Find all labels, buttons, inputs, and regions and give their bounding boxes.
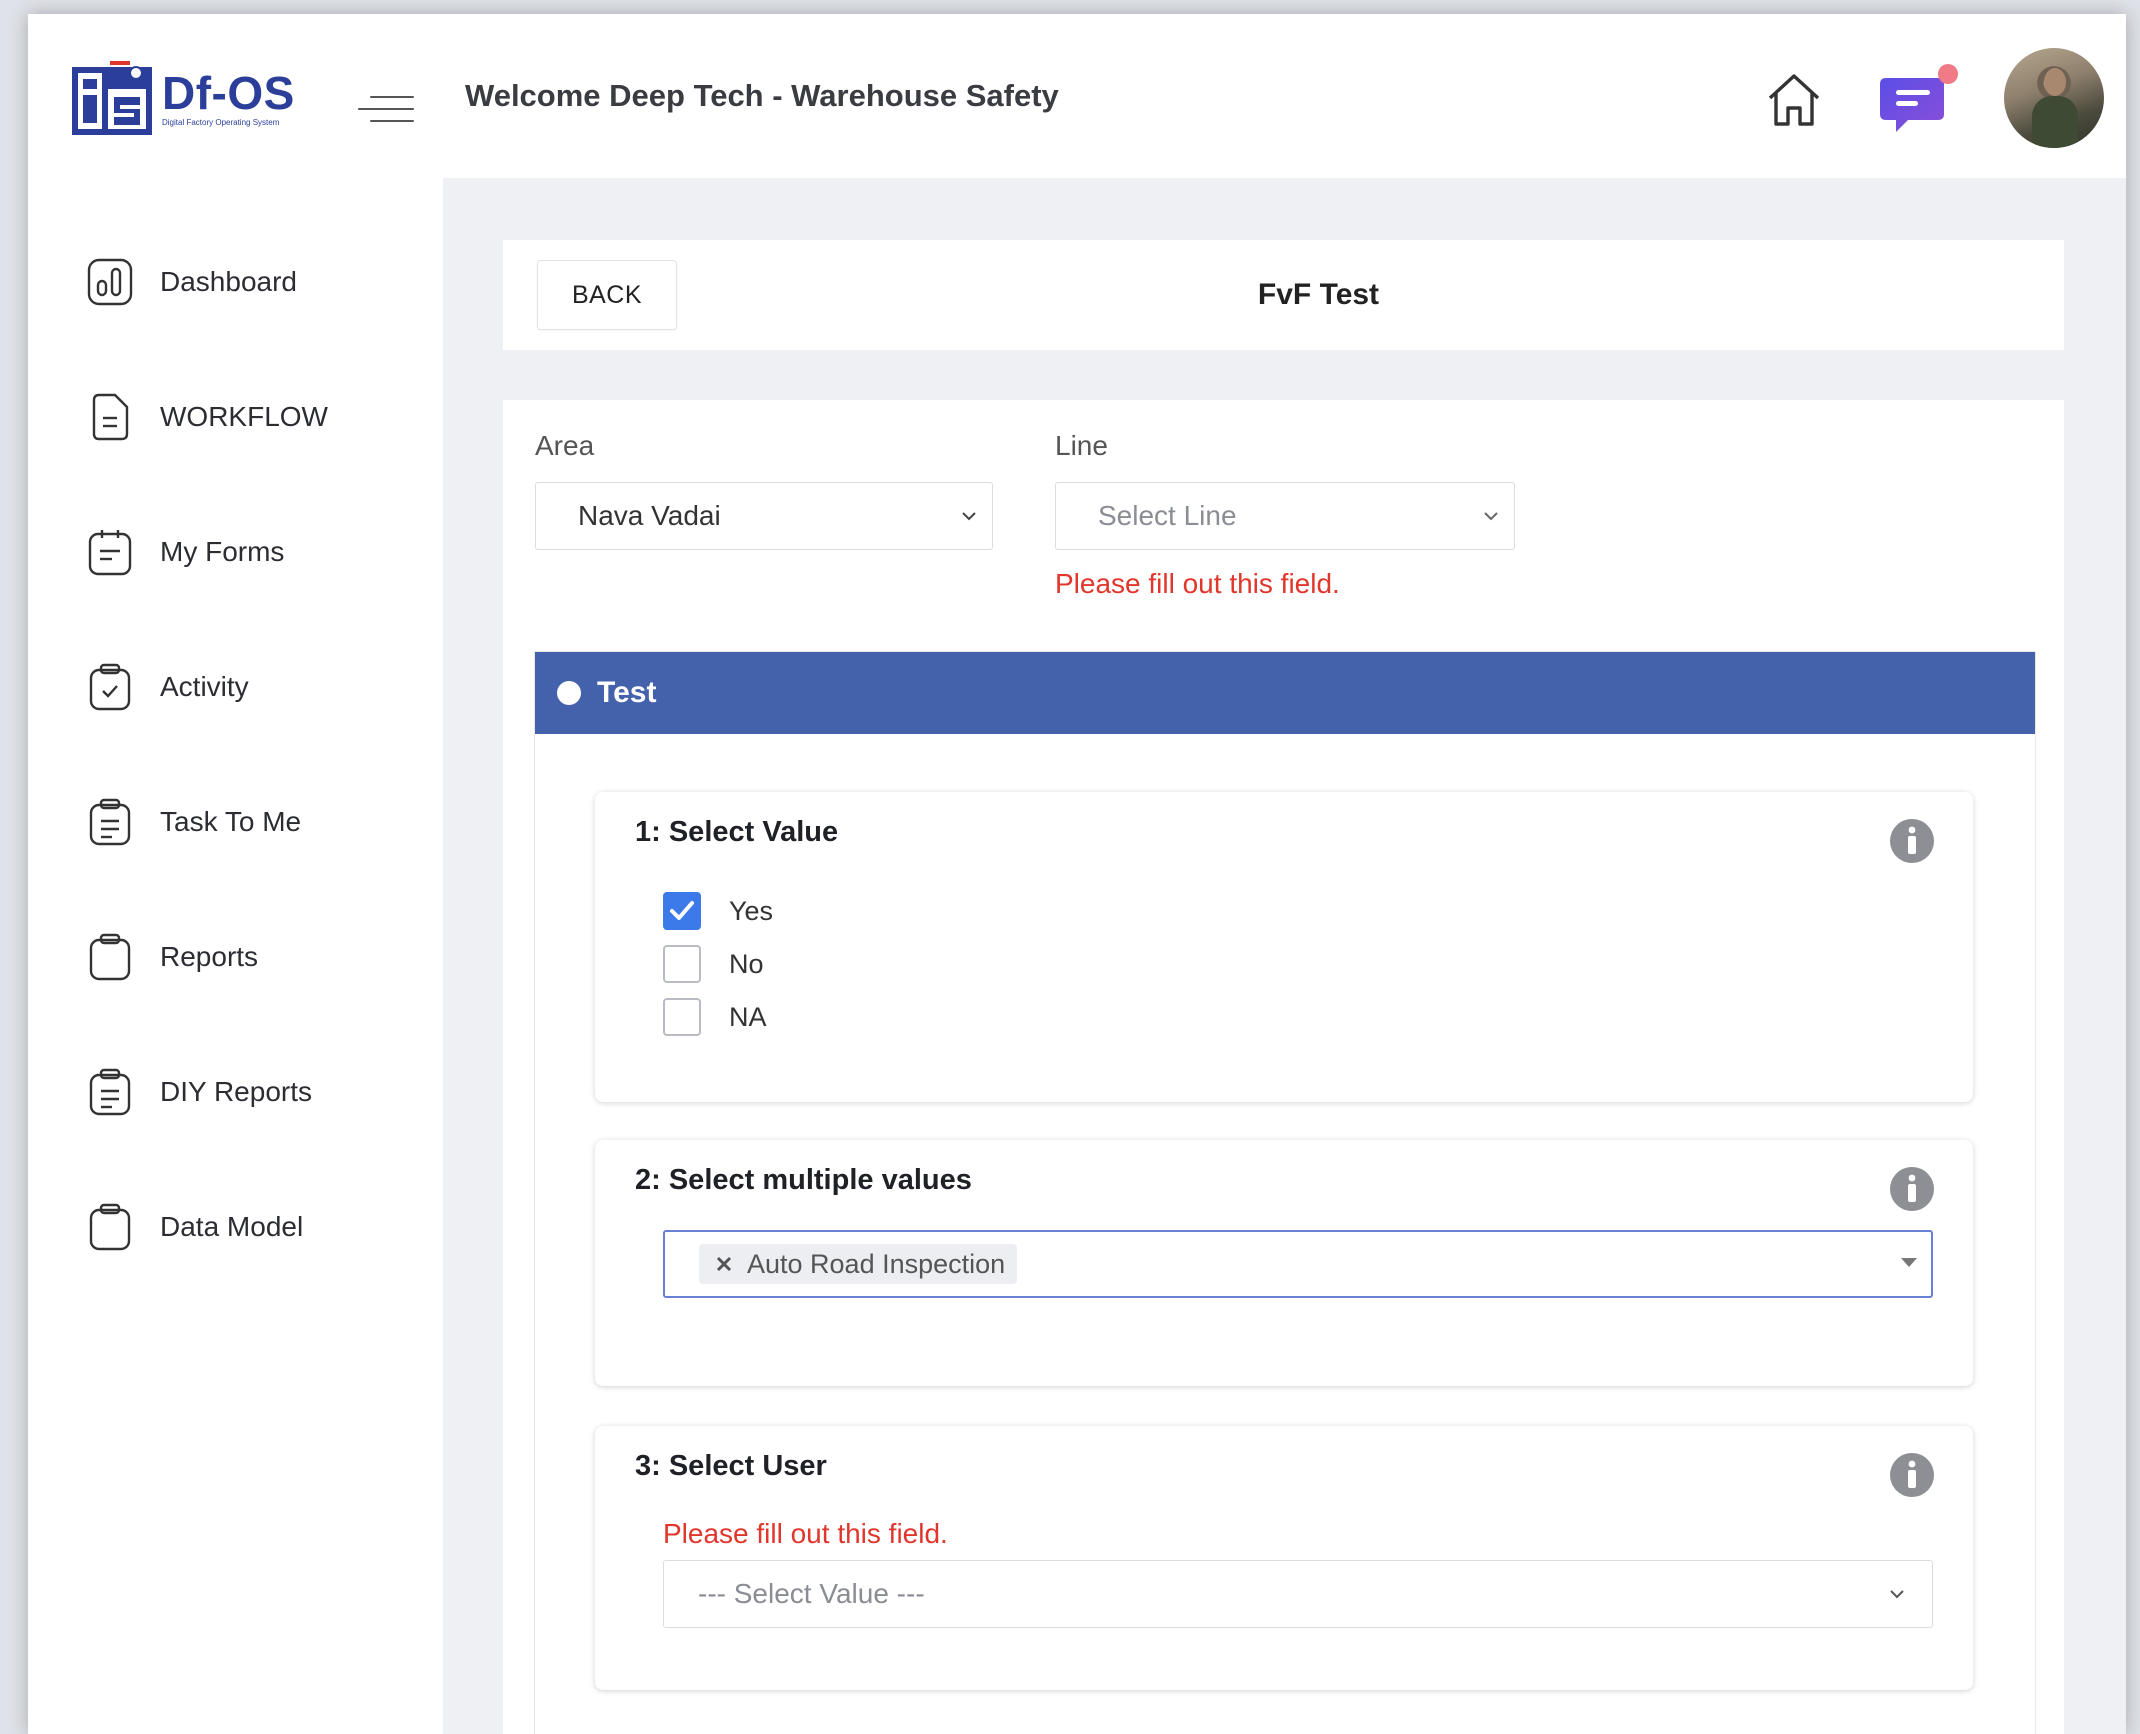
option-label: NA <box>729 1001 767 1032</box>
info-icon[interactable] <box>1889 1452 1935 1498</box>
menu-toggle-button[interactable] <box>358 92 414 128</box>
area-label: Area <box>535 430 595 461</box>
dashboard-icon <box>87 258 133 305</box>
avatar[interactable] <box>2004 48 2104 148</box>
line-label: Line <box>1055 430 1108 461</box>
sidebar-item-label: Task To Me <box>160 805 302 837</box>
option-na[interactable]: NA <box>663 998 767 1036</box>
sidebar-item-label: DIY Reports <box>160 1075 312 1107</box>
clipboard-list-icon <box>89 798 131 845</box>
form-toolbar: BACK FvF Test <box>503 240 2064 350</box>
option-label: Yes <box>729 895 774 926</box>
question-card-3: 3: Select User Please fill out this fiel… <box>595 1426 1973 1690</box>
clipboard-icon <box>89 1203 131 1250</box>
sidebar-item-data-model[interactable]: Data Model <box>28 1159 443 1294</box>
sidebar: Df-OS Digital Factory Operating System D… <box>28 14 445 1734</box>
logo[interactable]: Df-OS Digital Factory Operating System <box>70 58 295 138</box>
section-dot-icon <box>557 681 581 705</box>
sidebar-item-diy-reports[interactable]: DIY Reports <box>28 1024 443 1159</box>
sidebar-item-label: Dashboard <box>160 265 297 297</box>
sidebar-item-dashboard[interactable]: Dashboard <box>28 214 443 349</box>
document-icon <box>92 393 129 440</box>
main-content: BACK FvF Test Area Nava Vadai Line Selec… <box>443 178 2126 1734</box>
question-title: 3: Select User <box>635 1450 827 1482</box>
checkbox-yes[interactable] <box>663 892 701 930</box>
remove-chip-icon[interactable] <box>713 1253 735 1275</box>
sidebar-item-label: Data Model <box>160 1210 304 1242</box>
forms-icon <box>88 529 132 575</box>
area-select[interactable]: Nava Vadai <box>535 482 993 550</box>
chat-button[interactable] <box>1876 64 1958 144</box>
hamburger-line <box>358 108 414 110</box>
option-label: No <box>729 948 764 979</box>
area-value: Nava Vadai <box>578 500 721 531</box>
option-yes[interactable]: Yes <box>663 892 773 930</box>
chevron-down-icon <box>962 512 976 521</box>
section-test: Test 1: Select Value Yes No NA 2: Select… <box>535 652 2035 1734</box>
avatar-head <box>2044 68 2066 96</box>
sidebar-nav: Dashboard WORKFLOW My Forms Activity Tas… <box>28 214 443 1294</box>
line-select[interactable]: Select Line <box>1055 482 1515 550</box>
check-icon <box>670 901 694 920</box>
user-error-message: Please fill out this field. <box>663 1518 948 1549</box>
section-title: Test <box>597 676 657 709</box>
caret-down-icon[interactable] <box>1901 1258 1917 1267</box>
hamburger-line <box>370 120 414 122</box>
home-icon[interactable] <box>1764 70 1824 130</box>
page-title: Welcome Deep Tech - Warehouse Safety <box>465 78 1059 113</box>
chevron-down-icon <box>1890 1590 1904 1599</box>
option-no[interactable]: No <box>663 945 764 983</box>
question-card-1: 1: Select Value Yes No NA <box>595 792 1973 1102</box>
sidebar-item-activity[interactable]: Activity <box>28 619 443 754</box>
sidebar-item-my-forms[interactable]: My Forms <box>28 484 443 619</box>
user-select[interactable]: --- Select Value --- <box>663 1560 1933 1628</box>
question-card-2: 2: Select multiple values Auto Road Insp… <box>595 1140 1973 1386</box>
dfos-logo-icon <box>72 61 152 135</box>
sidebar-item-label: Reports <box>160 940 259 972</box>
form-title: FvF Test <box>1257 278 1380 311</box>
avatar-body <box>2032 96 2078 148</box>
sidebar-item-workflow[interactable]: WORKFLOW <box>28 349 443 484</box>
hamburger-line <box>370 96 414 98</box>
form-card: Area Nava Vadai Line Select Line Please … <box>503 400 2064 1734</box>
line-placeholder: Select Line <box>1098 500 1237 531</box>
clipboard-icon <box>89 933 131 980</box>
sidebar-item-label: Activity <box>160 670 249 702</box>
user-placeholder: --- Select Value --- <box>698 1578 925 1609</box>
line-error-message: Please fill out this field. <box>1055 568 1340 599</box>
app-window: Df-OS Digital Factory Operating System D… <box>28 14 2126 1734</box>
selected-chip: Auto Road Inspection <box>699 1244 1018 1284</box>
chevron-down-icon <box>1484 512 1498 521</box>
logo-subtitle: Digital Factory Operating System <box>162 117 280 127</box>
info-icon[interactable] <box>1889 818 1935 864</box>
info-icon[interactable] <box>1889 1166 1935 1212</box>
notification-dot <box>1938 64 1958 84</box>
clipboard-list-icon <box>89 1068 131 1115</box>
chip-label: Auto Road Inspection <box>747 1248 1006 1279</box>
section-header[interactable]: Test <box>535 652 2035 734</box>
question-title: 1: Select Value <box>635 816 839 848</box>
question-title: 2: Select multiple values <box>635 1164 972 1196</box>
logo-title: Df-OS <box>162 66 295 119</box>
sidebar-item-label: My Forms <box>160 535 285 567</box>
multi-select-input[interactable]: Auto Road Inspection <box>663 1230 1933 1298</box>
checkbox-na[interactable] <box>663 998 701 1036</box>
sidebar-item-label: WORKFLOW <box>160 400 328 432</box>
checkbox-no[interactable] <box>663 945 701 983</box>
top-header: Welcome Deep Tech - Warehouse Safety <box>443 14 2126 178</box>
sidebar-item-reports[interactable]: Reports <box>28 889 443 1024</box>
sidebar-item-task-to-me[interactable]: Task To Me <box>28 754 443 889</box>
clipboard-check-icon <box>89 663 131 710</box>
